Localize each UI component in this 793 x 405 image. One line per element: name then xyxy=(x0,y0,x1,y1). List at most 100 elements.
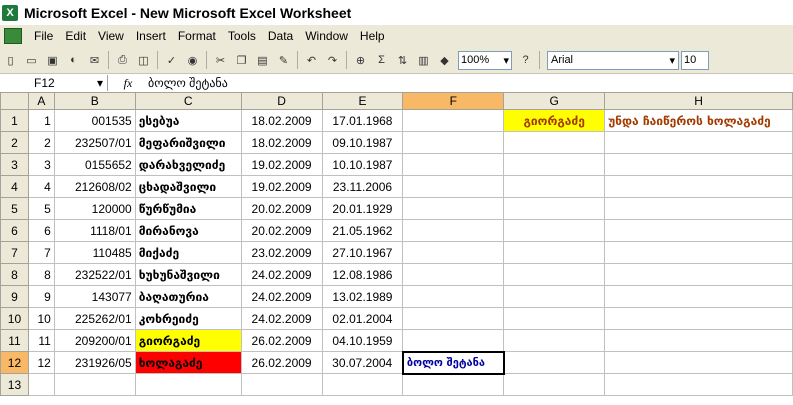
name-box[interactable]: F12 ▾ xyxy=(0,75,108,91)
open-icon[interactable]: ▭ xyxy=(23,52,40,69)
cell-h[interactable] xyxy=(604,131,793,154)
cell-g[interactable] xyxy=(503,373,606,396)
cell-g[interactable] xyxy=(503,219,606,242)
column-header-d[interactable]: D xyxy=(240,92,323,110)
cell-c[interactable] xyxy=(134,373,242,396)
menu-tools[interactable]: Tools xyxy=(222,29,262,43)
cell-h[interactable] xyxy=(604,329,793,352)
cell-d[interactable]: 19.02.2009 xyxy=(240,153,323,176)
cell-c[interactable]: ბაღათურია xyxy=(134,285,242,308)
cell-b[interactable]: 232507/01 xyxy=(53,131,136,154)
cell-a[interactable]: 2 xyxy=(27,131,55,154)
cell-f[interactable] xyxy=(402,241,505,264)
row-header[interactable]: 5 xyxy=(0,197,29,220)
cell-a[interactable]: 3 xyxy=(27,153,55,176)
cell-g[interactable] xyxy=(503,351,606,374)
insert-function-icon[interactable]: fx xyxy=(108,76,148,91)
cell-c[interactable]: მიქაძე xyxy=(134,241,242,264)
row-header[interactable]: 8 xyxy=(0,263,29,286)
help-icon[interactable]: ? xyxy=(517,52,534,69)
autosum-icon[interactable]: Σ xyxy=(373,52,390,69)
save-icon[interactable]: ▣ xyxy=(44,52,61,69)
cell-b[interactable]: 209200/01 xyxy=(53,329,136,352)
menu-view[interactable]: View xyxy=(92,29,130,43)
new-icon[interactable]: ▯ xyxy=(2,52,19,69)
cell-b[interactable] xyxy=(53,373,136,396)
cell-b[interactable]: 231926/05 xyxy=(53,351,136,374)
cell-e[interactable] xyxy=(321,373,404,396)
cell-d[interactable]: 24.02.2009 xyxy=(240,307,323,330)
cell-h[interactable] xyxy=(604,351,793,374)
redo-icon[interactable]: ↷ xyxy=(324,52,341,69)
cell-c[interactable]: ხოლაგაძე xyxy=(134,351,242,374)
row-header[interactable]: 11 xyxy=(0,329,29,352)
cell-d[interactable]: 20.02.2009 xyxy=(240,197,323,220)
undo-icon[interactable]: ↶ xyxy=(303,52,320,69)
column-header-e[interactable]: E xyxy=(321,92,404,110)
font-select[interactable]: Arial ▾ xyxy=(547,50,679,70)
cell-f[interactable] xyxy=(402,285,505,308)
cell-e[interactable]: 17.01.1968 xyxy=(321,109,404,132)
row-header[interactable]: 7 xyxy=(0,241,29,264)
cell-b[interactable]: 001535 xyxy=(53,109,136,132)
cell-c[interactable]: კოხრეიძე xyxy=(134,307,242,330)
cell-a[interactable] xyxy=(27,373,55,396)
cell-c[interactable]: მირანოვა xyxy=(134,219,242,242)
cell-a[interactable]: 1 xyxy=(27,109,55,132)
menu-data[interactable]: Data xyxy=(262,29,299,43)
spelling-icon[interactable]: ✓ xyxy=(163,52,180,69)
cell-g[interactable] xyxy=(503,263,606,286)
cell-f[interactable] xyxy=(402,109,505,132)
row-header[interactable]: 9 xyxy=(0,285,29,308)
cell-d[interactable]: 18.02.2009 xyxy=(240,131,323,154)
cell-a[interactable]: 4 xyxy=(27,175,55,198)
cell-d[interactable]: 19.02.2009 xyxy=(240,175,323,198)
cell-f[interactable] xyxy=(402,263,505,286)
cell-d[interactable]: 26.02.2009 xyxy=(240,351,323,374)
cell-a[interactable]: 8 xyxy=(27,263,55,286)
print-icon[interactable]: ⎙ xyxy=(114,52,131,69)
cell-b[interactable]: 225262/01 xyxy=(53,307,136,330)
drawing-icon[interactable]: ◆ xyxy=(436,52,453,69)
select-all-button[interactable] xyxy=(0,92,29,110)
row-header[interactable]: 4 xyxy=(0,175,29,198)
cell-b[interactable]: 212608/02 xyxy=(53,175,136,198)
cell-h[interactable]: უნდა ჩაიწეროს ხოლაგაძე xyxy=(604,109,793,132)
column-header-b[interactable]: B xyxy=(53,92,136,110)
cell-e[interactable]: 30.07.2004 xyxy=(321,351,404,374)
cell-f[interactable] xyxy=(402,329,505,352)
cell-e[interactable]: 23.11.2006 xyxy=(321,175,404,198)
cell-d[interactable]: 24.02.2009 xyxy=(240,263,323,286)
paste-icon[interactable]: ▤ xyxy=(254,52,271,69)
cell-b[interactable]: 0155652 xyxy=(53,153,136,176)
cell-f[interactable] xyxy=(402,307,505,330)
cell-h[interactable] xyxy=(604,241,793,264)
cell-e[interactable]: 12.08.1986 xyxy=(321,263,404,286)
cell-a[interactable]: 7 xyxy=(27,241,55,264)
cell-f[interactable] xyxy=(402,131,505,154)
cell-d[interactable]: 26.02.2009 xyxy=(240,329,323,352)
row-header[interactable]: 12 xyxy=(0,351,29,374)
cell-d[interactable]: 23.02.2009 xyxy=(240,241,323,264)
cell-g[interactable] xyxy=(503,307,606,330)
menu-file[interactable]: File xyxy=(28,29,59,43)
cell-e[interactable]: 21.05.1962 xyxy=(321,219,404,242)
menu-insert[interactable]: Insert xyxy=(130,29,172,43)
cell-c[interactable]: გიორგაძე xyxy=(134,329,242,352)
cell-h[interactable] xyxy=(604,263,793,286)
cell-g[interactable]: გიორგაძე xyxy=(503,109,606,132)
workbook-icon[interactable] xyxy=(4,28,22,44)
cell-b[interactable]: 143077 xyxy=(53,285,136,308)
sort-icon[interactable]: ⇅ xyxy=(394,52,411,69)
menu-help[interactable]: Help xyxy=(354,29,391,43)
column-header-f[interactable]: F xyxy=(402,92,505,110)
row-header[interactable]: 10 xyxy=(0,307,29,330)
menu-edit[interactable]: Edit xyxy=(59,29,92,43)
cell-h[interactable] xyxy=(604,175,793,198)
cell-c[interactable]: ესებუა xyxy=(134,109,242,132)
cell-d[interactable]: 20.02.2009 xyxy=(240,219,323,242)
column-header-c[interactable]: C xyxy=(134,92,242,110)
format-painter-icon[interactable]: ✎ xyxy=(275,52,292,69)
cell-g[interactable] xyxy=(503,131,606,154)
font-size-select[interactable]: 10 xyxy=(681,50,709,70)
